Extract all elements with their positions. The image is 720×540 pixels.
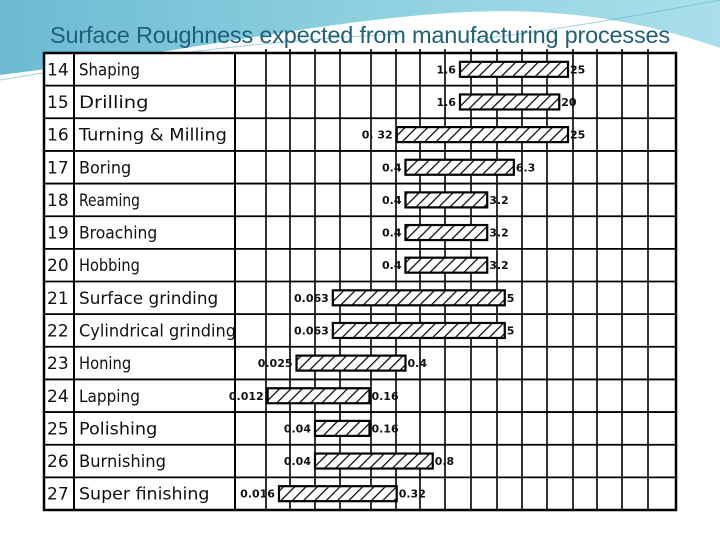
row-number: 18 <box>47 191 69 211</box>
max-value-label: 3.2 <box>489 227 509 240</box>
row-number: 25 <box>47 419 69 439</box>
range-bar <box>277 485 398 503</box>
max-value-label: 25 <box>570 63 585 76</box>
range-bar <box>331 289 506 307</box>
range-bar <box>404 223 489 242</box>
row-number: 14 <box>47 60 69 80</box>
range-bar <box>313 419 371 437</box>
min-value-label: 0.4 <box>382 194 402 207</box>
max-value-label: 6.3 <box>516 161 536 174</box>
row-number: 15 <box>47 93 69 113</box>
process-label: Cylindrical grinding <box>79 321 236 341</box>
range-bar <box>458 93 561 111</box>
process-label: Lapping <box>79 387 140 407</box>
row-number: 17 <box>47 158 69 178</box>
range-bar <box>404 256 489 274</box>
row-number: 22 <box>47 321 69 341</box>
min-value-label: 0.4 <box>382 161 402 174</box>
row-number: 21 <box>47 289 69 309</box>
grid <box>42 49 678 512</box>
row-number: 23 <box>47 354 69 374</box>
process-label: Hobbing <box>79 256 140 276</box>
min-value-label: 0.063 <box>294 292 329 305</box>
max-value-label: 0.16 <box>371 390 398 403</box>
max-value-label: 0.32 <box>399 488 426 501</box>
min-value-label: 0.063 <box>294 324 329 337</box>
max-value-label: 5 <box>507 292 515 305</box>
process-label: Turning & Milling <box>78 126 227 146</box>
min-value-label: 1.6 <box>436 96 456 109</box>
row-number: 16 <box>47 126 69 146</box>
process-label: Reaming <box>79 191 140 211</box>
process-label: Honing <box>79 354 131 374</box>
max-value-label: 0.4 <box>407 357 427 370</box>
row-number: 27 <box>47 485 69 505</box>
max-value-label: 25 <box>570 129 585 142</box>
range-bar <box>404 191 489 209</box>
range-bar <box>404 158 515 176</box>
min-value-label: 0.016 <box>240 488 275 501</box>
range-bar <box>295 354 407 372</box>
process-label: Surface grinding <box>79 289 218 309</box>
row-number: 20 <box>47 256 69 276</box>
max-value-label: 0.16 <box>371 422 398 435</box>
process-label: Burnishing <box>79 452 166 472</box>
row-number: 24 <box>47 387 69 407</box>
max-value-label: 5 <box>507 324 515 337</box>
min-value-label: 0.04 <box>284 455 311 468</box>
min-value-label: 0.025 <box>258 357 293 370</box>
max-value-label: 3.2 <box>489 259 509 272</box>
range-bar <box>331 321 506 340</box>
min-value-label: 0.04 <box>284 422 311 435</box>
min-value-label: 0.4 <box>382 259 402 272</box>
min-value-label: 0. 32 <box>362 129 393 142</box>
process-label: Boring <box>79 158 131 178</box>
row-number: 26 <box>47 452 69 472</box>
max-value-label: 0.8 <box>435 455 455 468</box>
process-label: Polishing <box>79 419 157 439</box>
row-number: 19 <box>47 224 69 244</box>
max-value-label: 20 <box>561 96 577 109</box>
range-bar <box>313 452 434 470</box>
process-label: Super finishing <box>79 485 210 505</box>
process-label: Drilling <box>79 93 149 113</box>
min-value-label: 0.012 <box>229 390 264 403</box>
min-value-label: 0.4 <box>382 227 402 240</box>
range-bar <box>395 126 570 144</box>
min-value-label: 1.6 <box>436 63 456 76</box>
range-bar <box>266 387 371 405</box>
process-label: Shaping <box>79 60 140 80</box>
roughness-chart: 14 Shaping 15 Drilling 16 Turning & Milling 17… <box>42 49 678 512</box>
max-value-label: 3.2 <box>489 194 509 207</box>
range-bar <box>458 60 570 78</box>
process-label: Broaching <box>79 224 157 244</box>
